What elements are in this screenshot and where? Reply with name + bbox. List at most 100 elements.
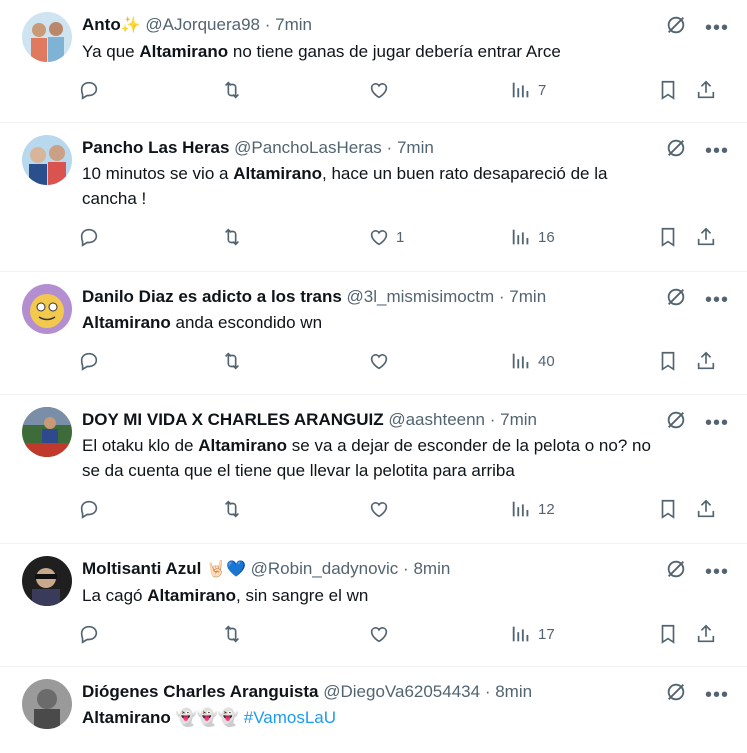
grok-icon[interactable] (665, 681, 687, 708)
bookmark-button[interactable] (657, 497, 679, 521)
author-handle[interactable]: @aashteenn (388, 410, 485, 429)
grok-icon[interactable] (665, 286, 687, 313)
like-button[interactable] (368, 497, 396, 521)
share-icon (697, 80, 715, 99)
like-button[interactable] (368, 622, 396, 646)
avatar[interactable] (22, 407, 72, 457)
views-button[interactable]: 12 (510, 497, 555, 521)
author-handle[interactable]: @DiegoVa62054434 (323, 682, 480, 701)
author-name[interactable]: Diógenes Charles Aranguista (82, 682, 319, 701)
avatar[interactable] (22, 12, 72, 62)
views-button[interactable]: 40 (510, 349, 555, 373)
author-handle[interactable]: @Robin_dadynovic (251, 559, 399, 578)
bookmark-icon (661, 227, 675, 247)
tweet[interactable]: ••• Moltisanti Azul 🤘🏻💙 @Robin_dadynovic… (0, 544, 747, 667)
hashtag-link[interactable]: #VamosLaU (244, 708, 336, 727)
bookmark-button[interactable] (657, 78, 679, 102)
retweet-button[interactable] (221, 497, 243, 521)
tweet-text: Ya que Altamirano no tiene ganas de juga… (82, 42, 561, 61)
tweet-actions: 17 (80, 608, 731, 664)
author-handle[interactable]: @3l_mismisimoctm (347, 287, 495, 306)
timestamp[interactable]: 7min (397, 138, 434, 157)
tweet[interactable]: ••• Anto✨ @AJorquera98 · 7min Ya que Alt… (0, 0, 747, 123)
separator: · (489, 410, 496, 429)
views-button[interactable]: 16 (510, 225, 555, 249)
separator: · (403, 559, 409, 578)
views-icon (512, 353, 529, 369)
timestamp[interactable]: 8min (413, 559, 450, 578)
views-icon (512, 626, 529, 642)
timestamp[interactable]: 7min (500, 410, 537, 429)
bookmark-button[interactable] (657, 349, 679, 373)
retweet-button[interactable] (221, 349, 243, 373)
share-icon (697, 227, 715, 246)
tweet-text: Altamirano 👻👻👻 #VamosLaU (82, 708, 337, 727)
timestamp[interactable]: 7min (275, 15, 312, 34)
retweet-icon (224, 81, 240, 99)
timeline: ••• Anto✨ @AJorquera98 · 7min Ya que Alt… (0, 0, 747, 753)
like-button[interactable] (368, 349, 396, 373)
retweet-button[interactable] (221, 225, 243, 249)
separator: · (386, 138, 393, 157)
more-icon[interactable]: ••• (705, 413, 729, 433)
tweet[interactable]: ••• Pancho Las Heras @PanchoLasHeras · 7… (0, 123, 747, 272)
more-icon[interactable]: ••• (705, 290, 729, 310)
like-icon (370, 83, 388, 99)
views-button[interactable]: 7 (510, 78, 546, 102)
author-name[interactable]: Danilo Diaz es adicto a los trans (82, 287, 342, 306)
bookmark-icon (661, 351, 675, 371)
tweet-text: La cagó Altamirano, sin sangre el wn (82, 586, 369, 605)
views-icon (512, 501, 529, 517)
grok-icon[interactable] (665, 14, 687, 41)
more-icon[interactable]: ••• (705, 685, 729, 705)
avatar[interactable] (22, 556, 72, 606)
grok-icon[interactable] (665, 558, 687, 585)
grok-icon[interactable] (665, 409, 687, 436)
share-icon (697, 624, 715, 643)
separator: · (484, 682, 491, 701)
reply-button[interactable] (78, 622, 100, 646)
like-count: 1 (396, 228, 405, 246)
grok-icon[interactable] (665, 137, 687, 164)
reply-button[interactable] (78, 497, 100, 521)
like-icon (370, 230, 388, 246)
retweet-button[interactable] (221, 78, 243, 102)
reply-button[interactable] (78, 349, 100, 373)
tweet-text: Altamirano anda escondido wn (82, 313, 323, 332)
avatar[interactable] (22, 135, 72, 185)
more-icon[interactable]: ••• (705, 18, 729, 38)
reply-icon (80, 500, 98, 519)
author-name[interactable]: Anto (82, 15, 121, 34)
reply-button[interactable] (78, 225, 100, 249)
share-button[interactable] (695, 225, 717, 249)
bookmark-button[interactable] (657, 225, 679, 249)
author-handle[interactable]: @AJorquera98 (145, 15, 260, 34)
avatar[interactable] (22, 284, 72, 334)
share-button[interactable] (695, 622, 717, 646)
views-button[interactable]: 17 (510, 622, 555, 646)
share-button[interactable] (695, 78, 717, 102)
view-count: 12 (538, 500, 555, 518)
author-handle[interactable]: @PanchoLasHeras (234, 138, 382, 157)
tweet-actions: 40 (80, 335, 731, 391)
timestamp[interactable]: 8min (495, 682, 532, 701)
tweet[interactable]: ••• DOY MI VIDA X CHARLES ARANGUIZ @aash… (0, 395, 747, 544)
like-button[interactable]: 1 (368, 225, 404, 249)
share-button[interactable] (695, 497, 717, 521)
avatar[interactable] (22, 679, 72, 729)
share-button[interactable] (695, 349, 717, 373)
author-name[interactable]: DOY MI VIDA X CHARLES ARANGUIZ (82, 410, 384, 429)
author-name[interactable]: Moltisanti Azul (82, 559, 201, 578)
timestamp[interactable]: 7min (509, 287, 546, 306)
name-emoji: ✨ (120, 17, 141, 34)
bookmark-button[interactable] (657, 622, 679, 646)
like-button[interactable] (368, 78, 396, 102)
more-icon[interactable]: ••• (705, 562, 729, 582)
author-name[interactable]: Pancho Las Heras (82, 138, 229, 157)
reply-button[interactable] (78, 78, 100, 102)
tweet[interactable]: ••• Danilo Diaz es adicto a los trans @3… (0, 272, 747, 395)
retweet-button[interactable] (221, 622, 243, 646)
more-icon[interactable]: ••• (705, 141, 729, 161)
tweet-actions: 1 16 (80, 211, 731, 267)
tweet[interactable]: ••• Diógenes Charles Aranguista @DiegoVa… (0, 667, 747, 753)
